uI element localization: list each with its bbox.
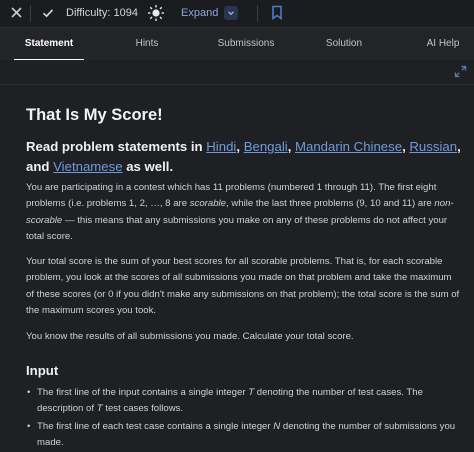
link-hindi[interactable]: Hindi [206,139,236,154]
fullscreen-icon[interactable] [454,65,467,81]
link-vietnamese[interactable]: Vietnamese [53,159,122,174]
expand-button[interactable]: Expand [181,6,239,20]
top-bar: Difficulty: 1094 Expand [0,0,474,27]
theme-toggle-sun-icon[interactable] [147,4,165,22]
statement-toolbar [0,60,474,85]
divider [257,5,258,22]
difficulty-label: Difficulty: 1094 [66,7,138,19]
problem-title: That Is My Score! [26,106,163,124]
tab-statement[interactable]: Statement [14,28,84,61]
lang-outro: as well. [126,159,174,174]
bookmark-icon[interactable] [271,5,283,20]
lang-sep: , [287,139,292,154]
link-mandarin-chinese[interactable]: Mandarin Chinese [295,139,402,154]
lang-intro: Read problem statements in [26,139,203,154]
divider [30,5,31,22]
tab-ai-help[interactable]: AI Help [415,28,471,60]
list-item: The first line of each test case contain… [26,419,462,452]
statement-paragraph-2: Your total score is the sum of your best… [26,256,460,316]
tab-hints[interactable]: Hints [122,28,172,60]
link-russian[interactable]: Russian [409,139,457,154]
lang-and: and [26,159,50,174]
lang-sep: , [457,139,461,154]
expand-label: Expand [181,7,219,19]
problem-tabs: Statement Hints Submissions Solution AI … [0,27,474,61]
chevron-down-icon [224,6,239,20]
link-bengali[interactable]: Bengali [244,139,288,154]
input-heading: Input [26,363,59,378]
input-spec-list: The first line of the input contains a s… [26,385,462,452]
lang-sep: , [236,139,241,154]
check-icon [42,7,54,19]
tab-solution[interactable]: Solution [316,28,372,60]
statement-paragraph-1: You are participating in a contest which… [26,182,454,242]
list-item: The first line of the input contains a s… [26,385,462,418]
lang-sep: , [402,139,406,154]
close-icon[interactable] [10,6,23,19]
language-links: Read problem statements in Hindi, Bengal… [26,137,466,177]
statement-paragraph-3: You know the results of all submissions … [26,331,354,342]
tab-submissions[interactable]: Submissions [210,28,282,60]
